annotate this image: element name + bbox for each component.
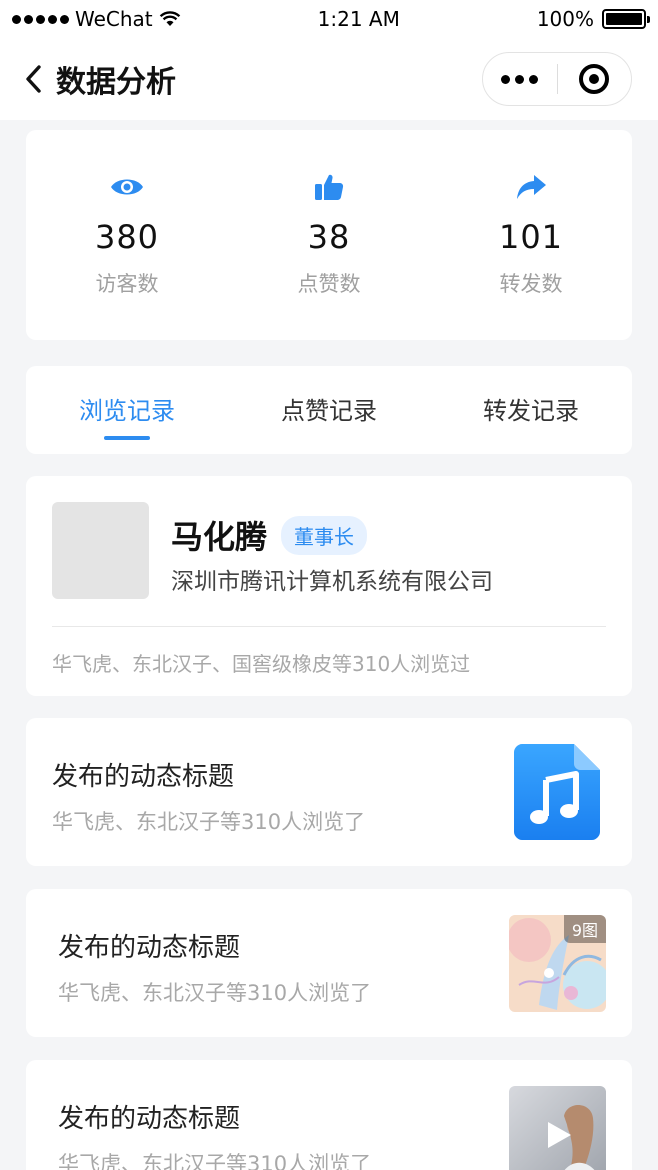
share-arrow-icon [515,172,547,202]
image-count-badge: 9图 [563,915,606,943]
eye-icon [109,172,145,202]
image-thumbnail: 9图 [509,915,606,1012]
post-card[interactable]: 发布的动态标题 华飞虎、东北汉子等310人浏览了 [26,1060,632,1170]
video-thumbnail [509,1086,606,1170]
post-title: 发布的动态标题 [58,933,241,963]
status-right: 100% [536,7,650,31]
signal-icon [12,14,69,24]
stat-value: 380 [94,218,160,256]
profile-viewers: 华飞虎、东北汉子、国窖级橡皮等310人浏览过 [52,652,471,676]
stat-value: 38 [307,218,351,256]
post-title: 发布的动态标题 [52,762,235,792]
thumbs-up-icon [314,172,344,202]
battery-icon [602,9,650,29]
stat-value: 101 [498,218,564,256]
stats-card: 380 访客数 38 点赞数 101 转发数 [26,130,632,340]
music-file-icon [514,744,600,840]
post-subtitle: 华飞虎、东北汉子等310人浏览了 [58,1152,372,1170]
avatar [52,502,149,599]
battery-percent: 100% [536,7,594,31]
stat-shares: 101 转发数 [430,130,632,340]
tab-share-records[interactable]: 转发记录 [430,366,632,454]
post-card[interactable]: 发布的动态标题 华飞虎、东北汉子等310人浏览了 [26,718,632,866]
carrier-label: WeChat [75,7,153,31]
clock: 1:21 AM [317,7,400,31]
play-icon [547,1121,571,1148]
mini-program-capsule [482,52,632,106]
profile-name-row: 马化腾 董事长 [171,512,368,558]
post-title: 发布的动态标题 [58,1104,241,1134]
divider [52,626,606,627]
nav-bar: 数据分析 [0,38,658,120]
record-tabs: 浏览记录 点赞记录 转发记录 [26,366,632,454]
profile-company: 深圳市腾讯计算机系统有限公司 [171,569,493,595]
close-mini-program-icon[interactable] [558,64,632,94]
wifi-icon [159,11,180,26]
stat-label: 点赞数 [297,272,361,296]
title-badge: 董事长 [281,515,368,555]
stat-label: 转发数 [499,272,563,296]
status-left: WeChat [12,7,181,31]
more-menu-icon[interactable] [483,74,557,84]
tab-like-records[interactable]: 点赞记录 [228,366,430,454]
tab-browse-records[interactable]: 浏览记录 [26,366,228,454]
post-card[interactable]: 发布的动态标题 华飞虎、东北汉子等310人浏览了 9图 [26,889,632,1037]
stat-label: 访客数 [95,272,159,296]
profile-name: 马化腾 [171,518,268,556]
stat-likes: 38 点赞数 [228,130,430,340]
profile-card[interactable]: 马化腾 董事长 深圳市腾讯计算机系统有限公司 华飞虎、东北汉子、国窖级橡皮等31… [26,476,632,696]
status-bar: WeChat 1:21 AM 100% [0,0,658,38]
back-arrow-icon[interactable] [24,59,52,99]
post-subtitle: 华飞虎、东北汉子等310人浏览了 [58,981,372,1005]
stat-visitors: 380 访客数 [26,130,228,340]
page-title: 数据分析 [56,65,176,100]
post-subtitle: 华飞虎、东北汉子等310人浏览了 [52,810,366,834]
